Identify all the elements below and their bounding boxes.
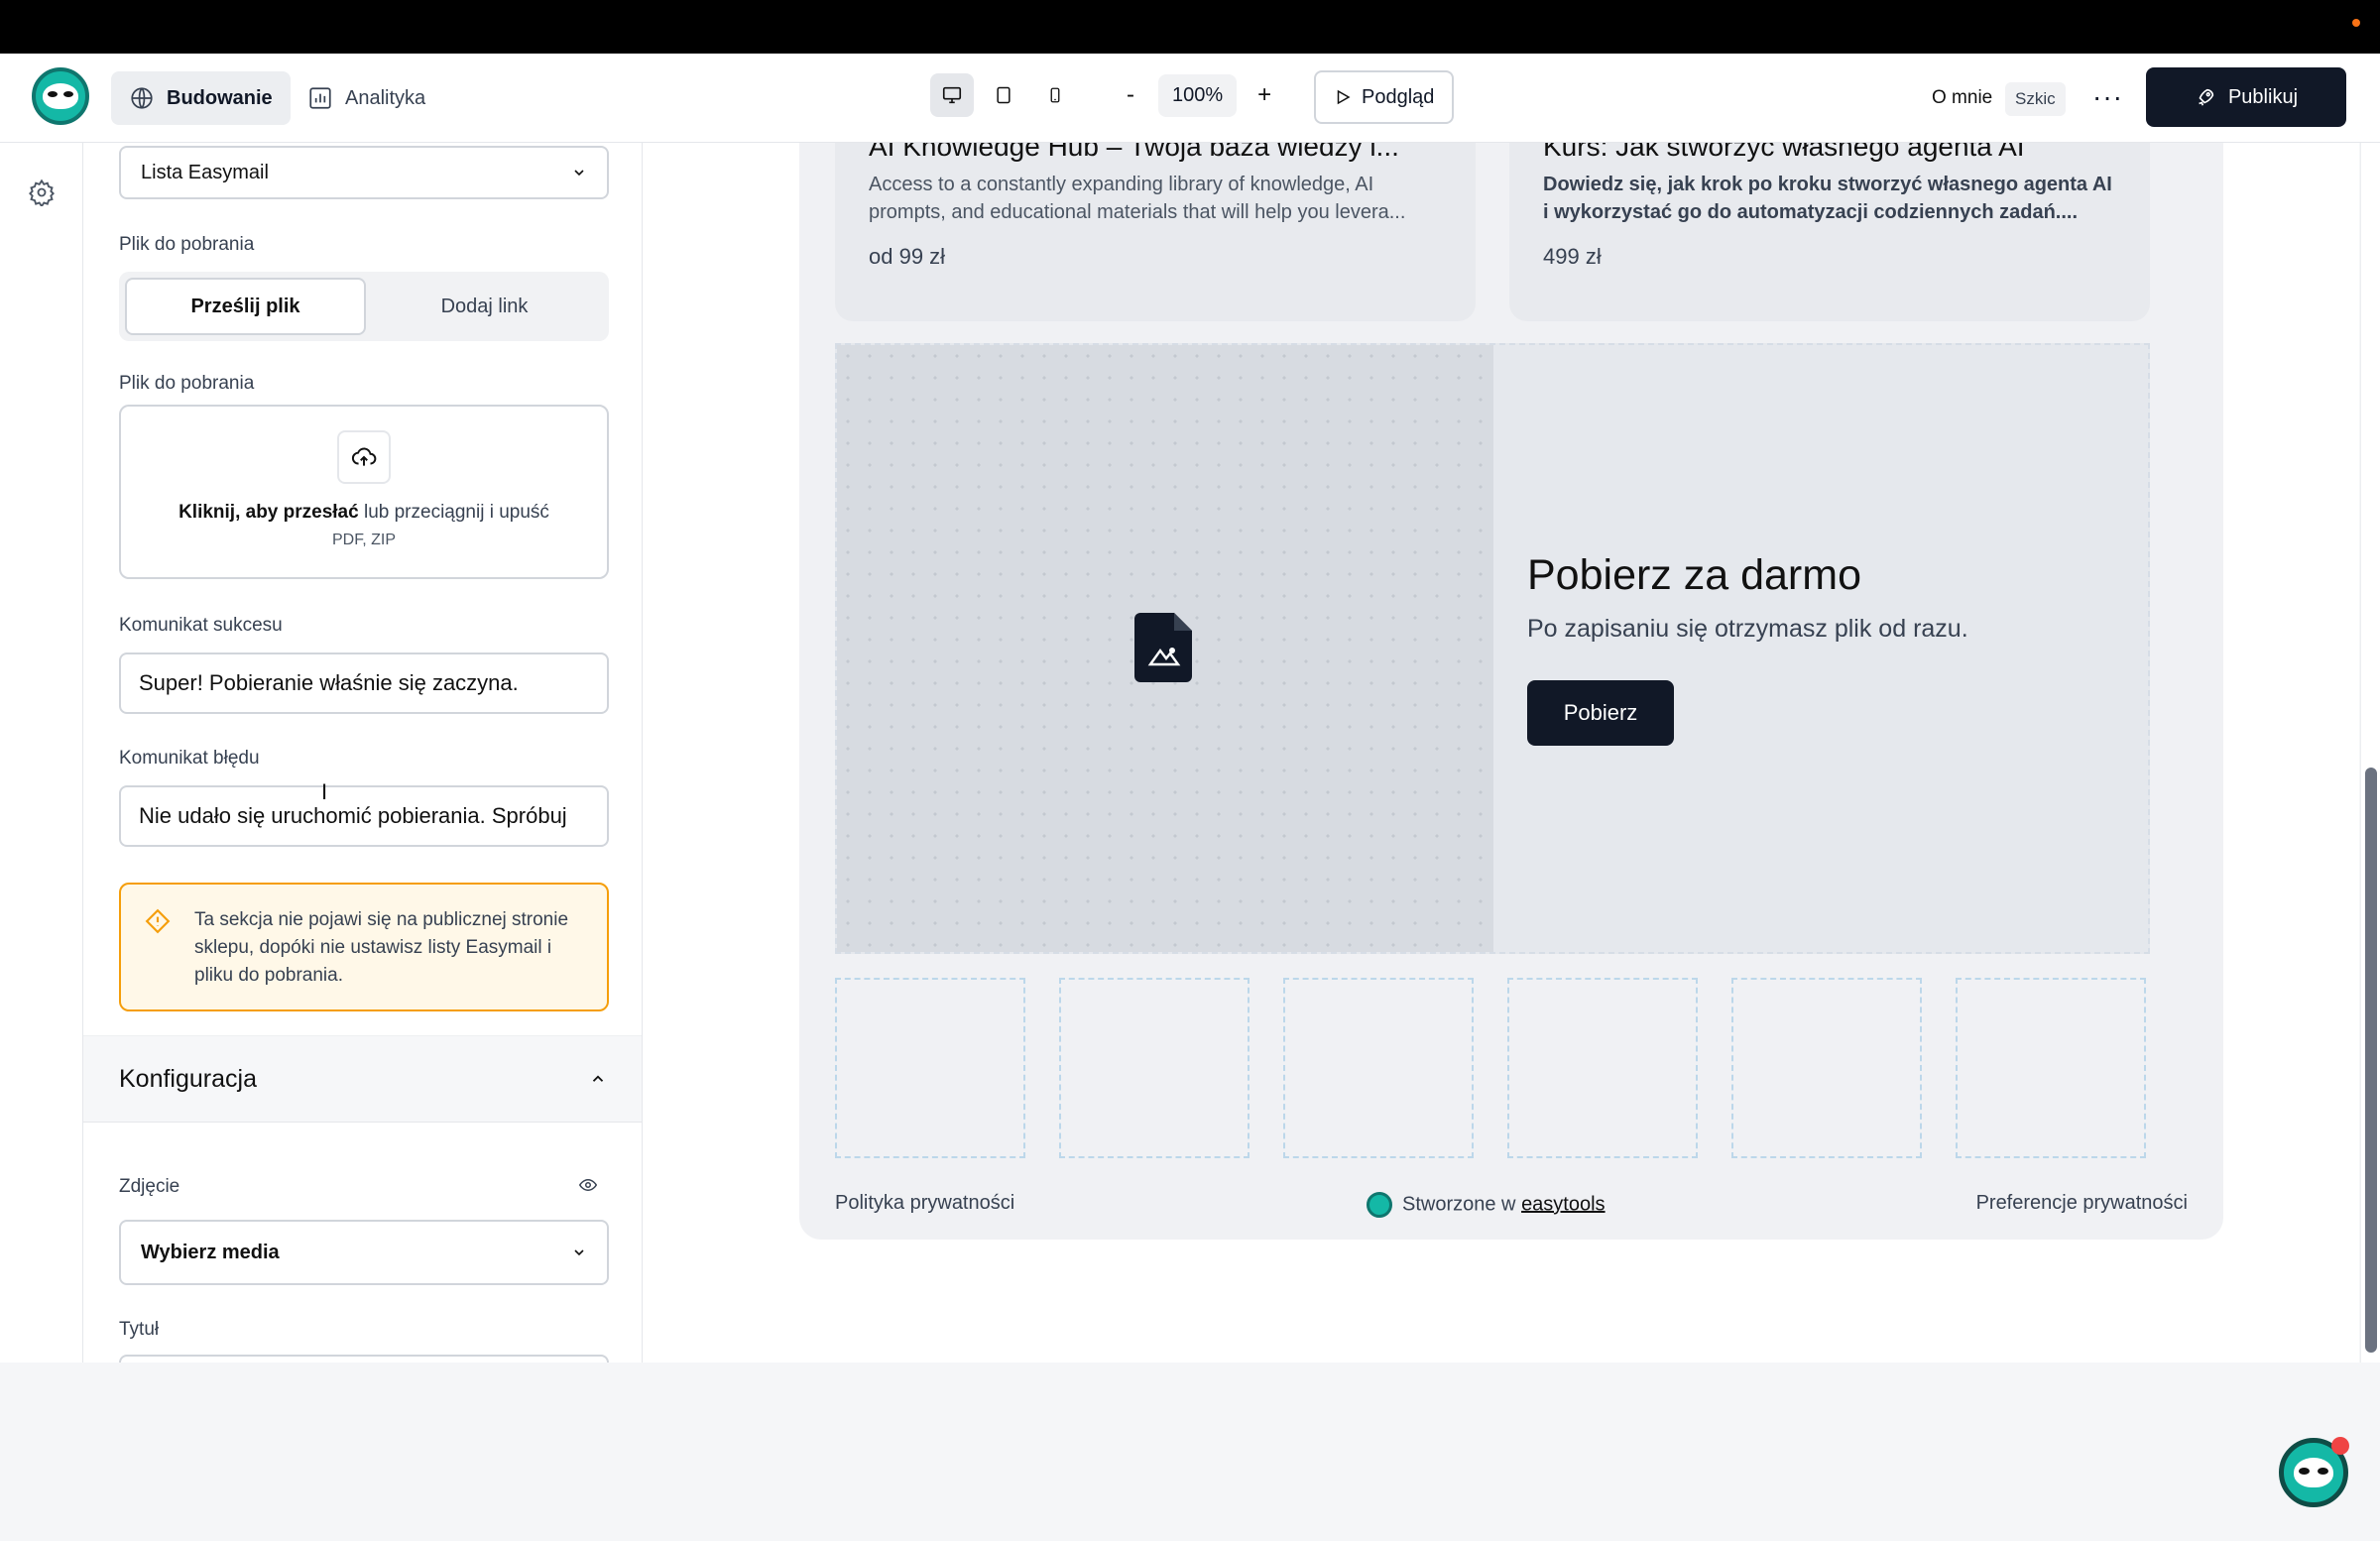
publish-button[interactable]: Publikuj — [2146, 67, 2346, 127]
empty-slot[interactable] — [1059, 978, 1250, 1158]
settings-gear-icon[interactable] — [28, 178, 56, 211]
privacy-policy-link[interactable]: Polityka prywatności — [835, 1192, 1014, 1215]
download-button[interactable]: Pobierz — [1527, 680, 1674, 746]
product-title: AI Knowledge Hub – Twoja baza wiedzy i..… — [869, 143, 1399, 162]
publish-label: Publikuj — [2227, 85, 2299, 108]
rocket-icon — [2199, 88, 2214, 106]
status-dot — [2352, 19, 2360, 27]
empty-slot[interactable] — [1731, 978, 1922, 1158]
system-top-bar — [0, 0, 2380, 54]
zoom-out-button[interactable]: - — [1113, 73, 1148, 117]
upload-file-types: PDF, ZIP — [331, 532, 396, 548]
file-upload-label: Plik do pobrania — [119, 373, 255, 394]
upload-cloud-icon — [337, 430, 391, 484]
file-source-toggle: Prześlij plik Dodaj link — [119, 272, 609, 341]
product-price: od 99 zł — [869, 244, 946, 269]
error-message-input[interactable]: Nie udało się uruchomić pobierania. Spró… — [119, 785, 609, 847]
error-message-label: Komunikat błędu — [119, 748, 260, 769]
zoom-in-button[interactable]: + — [1247, 73, 1282, 117]
config-title: Konfiguracja — [119, 1064, 257, 1093]
visibility-warning: Ta sekcja nie pojawi się na publicznej s… — [119, 883, 609, 1011]
product-card[interactable]: AI Knowledge Hub – Twoja baza wiedzy i..… — [835, 143, 1476, 321]
made-with-text: Stworzone w — [1402, 1193, 1522, 1216]
preview-button[interactable]: Podgląd — [1314, 70, 1455, 124]
preview-canvas: AI Knowledge Hub – Twoja baza wiedzy i..… — [643, 143, 2359, 1363]
warning-text: Ta sekcja nie pojawi się na publicznej s… — [194, 909, 569, 986]
empty-slot[interactable] — [1283, 978, 1474, 1158]
mobile-view-button[interactable] — [1033, 73, 1077, 117]
chevron-down-icon — [574, 170, 584, 177]
chevron-up-icon — [592, 1075, 604, 1082]
easytools-logo — [1367, 1192, 1392, 1218]
title-label: Tytuł — [119, 1319, 160, 1340]
hero-subtitle: Po zapisaniu się otrzymasz plik od razu. — [1527, 615, 1968, 643]
zoom-control: - 100% + — [1113, 73, 1282, 117]
file-dropzone[interactable]: Kliknij, aby przesłać lub przeciągnij i … — [119, 405, 609, 579]
canvas-scrollbar[interactable] — [2360, 143, 2380, 1363]
easymail-list-select[interactable]: Lista Easymail — [119, 146, 609, 199]
easytools-link[interactable]: easytools — [1521, 1193, 1606, 1215]
media-select[interactable]: Wybierz media — [119, 1220, 609, 1285]
tablet-icon — [997, 86, 1011, 104]
upload-file-tab[interactable]: Prześlij plik — [125, 278, 366, 335]
nav-analytics-label: Analityka — [345, 86, 426, 109]
desktop-icon — [942, 86, 962, 104]
upload-click-text: Kliknij, aby przesłać — [178, 502, 359, 523]
warning-icon — [145, 908, 171, 934]
hero-title: Pobierz za darmo — [1527, 551, 1861, 599]
mobile-icon — [1050, 87, 1060, 103]
config-section-header[interactable]: Konfiguracja — [83, 1035, 642, 1123]
device-switcher — [930, 73, 1077, 117]
made-with-credit: Stworzone w easytools — [1367, 1192, 1606, 1218]
app-logo[interactable] — [32, 67, 89, 125]
privacy-preferences-link[interactable]: Preferencje prywatności — [1976, 1192, 2188, 1215]
upload-drag-text: lub przeciągnij i upuść — [358, 502, 549, 523]
file-download-label: Plik do pobrania — [119, 234, 255, 255]
upload-instructions: Kliknij, aby przesłać lub przeciągnij i … — [121, 502, 607, 524]
chat-mascot-icon — [2294, 1458, 2333, 1487]
empty-slot[interactable] — [1507, 978, 1698, 1158]
nav-analytics[interactable]: Analityka — [290, 71, 443, 125]
left-rail — [0, 143, 83, 1363]
nav-build-label: Budowanie — [167, 86, 273, 109]
nav-build[interactable]: Budowanie — [111, 71, 291, 125]
product-price: 499 zł — [1543, 244, 1602, 269]
page-about-title[interactable]: O mnie — [1932, 87, 1992, 109]
support-chat-button[interactable] — [2279, 1437, 2349, 1507]
free-download-section[interactable]: Pobierz za darmo Po zapisaniu się otrzym… — [835, 343, 2150, 954]
product-title: Kurs: Jak stworzyć własnego agenta AI — [1543, 143, 2025, 162]
chart-icon — [309, 87, 331, 109]
product-description: Access to a constantly expanding library… — [869, 174, 1406, 223]
photo-label: Zdjęcie — [119, 1176, 180, 1197]
media-select-value: Wybierz media — [141, 1241, 280, 1263]
product-description: Dowiedz się, jak krok po kroku stworzyć … — [1543, 174, 2112, 223]
preview-label: Podgląd — [1362, 85, 1435, 108]
easymail-list-value: Lista Easymail — [141, 161, 269, 183]
play-icon — [1337, 89, 1351, 105]
settings-panel: Lista Easymail Plik do pobrania Prześlij… — [83, 143, 643, 1363]
editor-header: Budowanie Analityka - 100% + Podgląd O m… — [0, 54, 2380, 143]
product-card[interactable]: Kurs: Jak stworzyć własnego agenta AI Do… — [1509, 143, 2150, 321]
notification-badge — [2331, 1437, 2349, 1455]
bottom-area — [0, 1363, 2380, 1541]
title-input[interactable] — [119, 1355, 609, 1363]
draft-badge: Szkic — [2005, 82, 2066, 116]
file-image-icon — [1134, 613, 1192, 687]
empty-slots — [835, 978, 2146, 1158]
success-message-input[interactable]: Super! Pobieranie właśnie się zaczyna. — [119, 652, 609, 714]
desktop-view-button[interactable] — [930, 73, 974, 117]
zoom-value[interactable]: 100% — [1158, 73, 1238, 117]
add-link-tab[interactable]: Dodaj link — [366, 278, 603, 335]
tablet-view-button[interactable] — [982, 73, 1025, 117]
empty-slot[interactable] — [1956, 978, 2146, 1158]
success-message-label: Komunikat sukcesu — [119, 615, 283, 636]
chevron-down-icon — [574, 1249, 584, 1256]
globe-icon — [131, 87, 153, 109]
scrollbar-thumb[interactable] — [2365, 768, 2377, 1353]
text-cursor-icon: I — [321, 779, 328, 804]
eye-icon[interactable] — [578, 1178, 598, 1197]
more-options-icon[interactable]: ··· — [2092, 81, 2123, 113]
empty-slot[interactable] — [835, 978, 1025, 1158]
store-page: AI Knowledge Hub – Twoja baza wiedzy i..… — [799, 143, 2223, 1240]
